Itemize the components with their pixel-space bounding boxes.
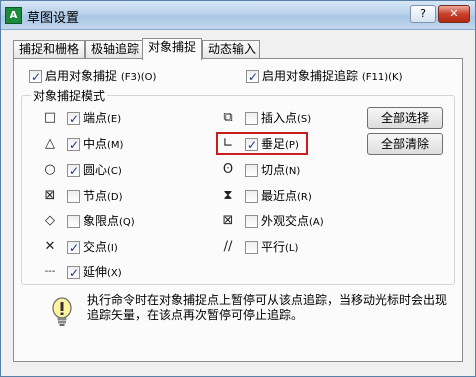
perpendicular-option[interactable]: 垂足(P): [245, 135, 299, 154]
center-key: (C): [107, 166, 122, 177]
node-label: 节点: [83, 189, 108, 203]
quadrant-key: (Q): [119, 217, 135, 228]
perpendicular-checkbox[interactable]: [245, 136, 258, 154]
autocad-app-icon: A: [5, 7, 22, 24]
tracking-hint-text: 执行命令时在对象捕捉点上暂停可从该点追踪，当移动光标时会出现追踪矢量，在该点再次…: [87, 293, 448, 322]
lightbulb-icon: [52, 297, 72, 326]
enable-tracking-checkbox[interactable]: [246, 68, 259, 86]
enable-osnap-checkbox[interactable]: [29, 68, 42, 86]
intersection-key: (I): [107, 243, 118, 254]
node-key: (D): [107, 192, 123, 203]
tangent-symbol-icon: ʘ: [222, 162, 234, 177]
quadrant-checkbox[interactable]: [67, 215, 80, 228]
extension-symbol-icon: ---: [44, 266, 56, 277]
parallel-key: (L): [285, 243, 299, 254]
apparent-intersection-label: 外观交点: [261, 214, 310, 228]
enable-osnap-label: 启用对象捕捉: [45, 69, 118, 83]
apparent-intersection-symbol-icon: ⊠: [222, 213, 234, 228]
endpoint-symbol-icon: □: [43, 110, 57, 125]
nearest-key: (R): [297, 192, 312, 203]
intersection-symbol-icon: ✕: [44, 239, 56, 254]
intersection-option[interactable]: 交点(I): [67, 238, 118, 257]
quadrant-symbol-icon: ◇: [45, 213, 55, 228]
endpoint-option[interactable]: 端点(E): [67, 109, 122, 128]
node-symbol-icon: ⊠: [44, 188, 56, 203]
quadrant-label: 象限点: [83, 214, 120, 228]
extension-label: 延伸: [83, 265, 108, 279]
tab-polar-tracking[interactable]: 极轴追踪: [85, 40, 143, 59]
midpoint-key: (M): [107, 140, 124, 151]
intersection-checkbox[interactable]: [67, 239, 80, 257]
extension-option[interactable]: 延伸(X): [67, 263, 122, 282]
title-bar[interactable]: A 草图设置 ? ✕: [1, 1, 475, 30]
enable-tracking-option[interactable]: 启用对象捕捉追踪 (F11)(K): [246, 67, 403, 86]
midpoint-label: 中点: [83, 137, 108, 151]
nearest-label: 最近点: [261, 189, 298, 203]
close-button[interactable]: ✕: [438, 5, 470, 23]
insertion-checkbox[interactable]: [245, 112, 258, 125]
endpoint-key: (E): [107, 114, 122, 125]
enable-tracking-key: (F11)(K): [361, 72, 403, 83]
center-label: 圆心: [83, 163, 108, 177]
nearest-symbol-icon: ⧗: [223, 188, 233, 203]
nearest-checkbox[interactable]: [245, 190, 258, 203]
enable-osnap-option[interactable]: 启用对象捕捉 (F3)(O): [29, 67, 157, 86]
insertion-key: (S): [297, 114, 312, 125]
node-checkbox[interactable]: [67, 190, 80, 203]
apparent-intersection-checkbox[interactable]: [245, 215, 258, 228]
quadrant-option[interactable]: 象限点(Q): [67, 212, 135, 230]
center-checkbox[interactable]: [67, 162, 80, 180]
snap-modes-group-title: 对象捕捉模式: [31, 87, 108, 104]
nearest-option[interactable]: 最近点(R): [245, 187, 312, 205]
center-option[interactable]: 圆心(C): [67, 161, 122, 180]
node-option[interactable]: 节点(D): [67, 187, 123, 205]
endpoint-checkbox[interactable]: [67, 110, 80, 128]
extension-checkbox[interactable]: [67, 264, 80, 282]
tangent-checkbox[interactable]: [245, 164, 258, 177]
extension-key: (X): [107, 268, 122, 279]
apparent-intersection-key: (A): [309, 217, 324, 228]
tangent-option[interactable]: 切点(N): [245, 161, 300, 179]
endpoint-label: 端点: [83, 111, 108, 125]
midpoint-option[interactable]: 中点(M): [67, 135, 124, 154]
tangent-label: 切点: [261, 163, 286, 177]
midpoint-symbol-icon: △: [45, 136, 55, 151]
parallel-label: 平行: [261, 240, 286, 254]
perpendicular-label: 垂足: [261, 137, 286, 151]
center-symbol-icon: ○: [44, 162, 56, 177]
tab-snap-grid[interactable]: 捕捉和栅格: [13, 40, 85, 59]
tangent-key: (N): [285, 166, 301, 177]
insertion-option[interactable]: 插入点(S): [245, 109, 311, 127]
intersection-label: 交点: [83, 240, 108, 254]
perpendicular-symbol-icon: ∟: [222, 136, 234, 151]
tab-dynamic-input[interactable]: 动态输入: [202, 40, 260, 59]
insertion-symbol-icon: ⧉: [223, 110, 233, 125]
enable-tracking-label: 启用对象捕捉追踪: [262, 69, 359, 83]
apparent-intersection-option[interactable]: 外观交点(A): [245, 212, 324, 230]
select-all-button[interactable]: 全部选择: [367, 107, 443, 129]
midpoint-checkbox[interactable]: [67, 136, 80, 154]
clear-all-button[interactable]: 全部清除: [367, 133, 443, 155]
enable-osnap-key: (F3)(O): [120, 72, 157, 83]
insertion-label: 插入点: [261, 111, 298, 125]
parallel-checkbox[interactable]: [245, 241, 258, 254]
parallel-symbol-icon: ∕∕: [223, 239, 233, 254]
tab-object-snap[interactable]: 对象捕捉: [142, 38, 202, 60]
help-button[interactable]: ?: [410, 5, 436, 23]
drafting-settings-dialog: A 草图设置 ? ✕ 捕捉和栅格 极轴追踪 对象捕捉 动态输入 启用对象捕捉 (…: [0, 0, 476, 377]
window-title: 草图设置: [27, 11, 80, 26]
parallel-option[interactable]: 平行(L): [245, 238, 298, 256]
perpendicular-key: (P): [285, 140, 299, 151]
